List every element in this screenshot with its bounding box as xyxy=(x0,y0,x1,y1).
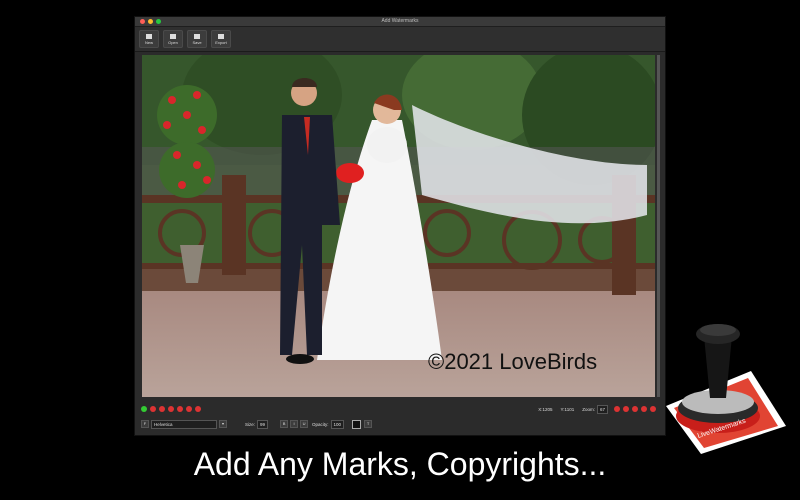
open-folder-icon xyxy=(170,33,176,39)
add-watermark-button[interactable] xyxy=(141,406,147,412)
bottom-panel: X:1205 Y:1101 Zoom: 67 F Helvetica ▾ Siz… xyxy=(135,403,665,435)
size-label: Size: xyxy=(245,421,256,427)
save-button[interactable]: Save xyxy=(187,30,207,48)
opacity-label: Opacity: xyxy=(312,421,329,427)
new-document-icon xyxy=(146,33,152,39)
font-icon[interactable]: F xyxy=(141,420,149,428)
color-swatch[interactable] xyxy=(352,419,362,429)
tool-button[interactable] xyxy=(195,406,201,412)
toolbar: New Open Save Export xyxy=(135,27,665,52)
tool-button[interactable] xyxy=(168,406,174,412)
app-window: Add Watermarks New Open Save Export ©202… xyxy=(134,16,666,436)
tool-button[interactable] xyxy=(150,406,156,412)
export-icon xyxy=(218,33,224,39)
window-title: Add Watermarks xyxy=(381,18,419,24)
save-icon xyxy=(194,33,200,39)
watermark-text[interactable]: ©2021 LoveBirds xyxy=(428,349,597,375)
bold-button[interactable]: B xyxy=(280,420,289,428)
zoom-control-button[interactable] xyxy=(632,406,638,412)
tool-button[interactable] xyxy=(159,406,165,412)
wedding-photo xyxy=(142,55,655,397)
x-coordinate: X:1205 xyxy=(538,406,553,412)
opacity-field[interactable]: 100 xyxy=(330,419,345,429)
open-button[interactable]: Open xyxy=(163,30,183,48)
italic-button[interactable]: I xyxy=(290,420,299,428)
zoom-control-button[interactable] xyxy=(614,406,620,412)
new-button[interactable]: New xyxy=(139,30,159,48)
stamp-logo-icon: LiveWatermarks xyxy=(666,324,786,454)
zoom-field[interactable]: 67 xyxy=(596,404,608,414)
font-select[interactable]: Helvetica xyxy=(151,419,217,429)
tool-button[interactable] xyxy=(177,406,183,412)
export-button[interactable]: Export xyxy=(211,30,231,48)
chevron-down-icon[interactable]: ▾ xyxy=(219,420,227,428)
zoom-label: Zoom: xyxy=(582,406,595,412)
image-canvas[interactable]: ©2021 LoveBirds xyxy=(142,55,655,397)
size-field[interactable]: 99 xyxy=(257,419,269,429)
text-style-button[interactable]: T xyxy=(364,420,373,428)
zoom-control-button[interactable] xyxy=(623,406,629,412)
y-coordinate: Y:1101 xyxy=(560,406,575,412)
title-bar: Add Watermarks xyxy=(135,17,665,27)
zoom-control-button[interactable] xyxy=(641,406,647,412)
underline-button[interactable]: U xyxy=(300,420,309,428)
tool-button[interactable] xyxy=(186,406,192,412)
